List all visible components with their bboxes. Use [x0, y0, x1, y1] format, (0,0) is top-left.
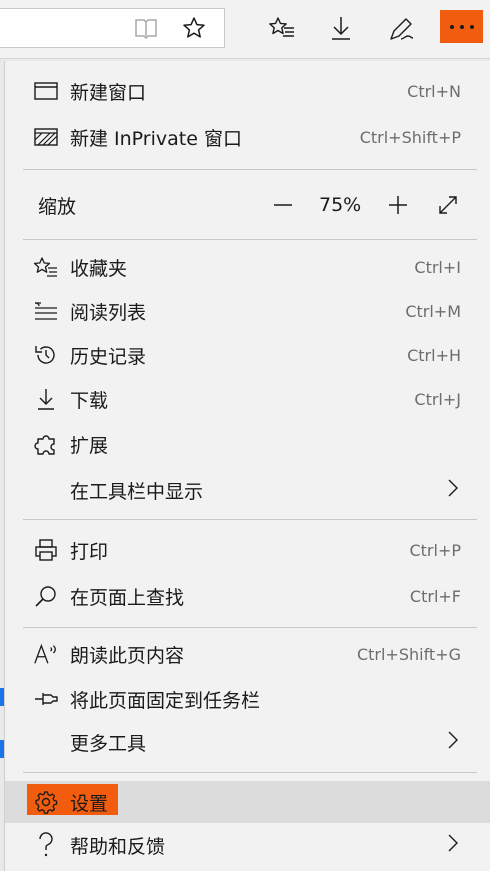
menu-item-favorites[interactable]: 收藏夹 Ctrl+I	[5, 247, 490, 287]
download-icon[interactable]	[328, 15, 354, 41]
chevron-right-icon	[447, 730, 459, 754]
menu-item-more-tools[interactable]: 更多工具	[5, 722, 490, 762]
separator	[23, 519, 477, 520]
menu-item-reading-list[interactable]: 阅读列表 Ctrl+M	[5, 291, 490, 331]
history-icon	[33, 342, 59, 368]
zoom-out-button[interactable]	[271, 193, 295, 217]
menu-item-print[interactable]: 打印 Ctrl+P	[5, 530, 490, 570]
inprivate-window-icon	[33, 124, 59, 150]
zoom-label: 缩放	[38, 195, 77, 218]
settings-and-more-menu: 新建窗口 Ctrl+N 新建 InPrivate 窗口 Ctrl+Shift+P…	[4, 61, 490, 871]
menu-item-history[interactable]: 历史记录 Ctrl+H	[5, 335, 490, 375]
separator	[23, 239, 477, 240]
question-icon	[33, 832, 59, 858]
separator	[23, 772, 477, 773]
shortcut-text: Ctrl+F	[409, 586, 461, 606]
read-aloud-icon	[33, 641, 59, 667]
menu-item-downloads[interactable]: 下载 Ctrl+J	[5, 379, 490, 419]
web-note-icon[interactable]	[387, 15, 415, 43]
menu-item-extensions[interactable]: 扩展	[5, 424, 490, 464]
shortcut-text: Ctrl+Shift+P	[359, 127, 461, 147]
puzzle-icon	[33, 431, 59, 457]
search-icon	[33, 583, 59, 609]
reading-list-icon	[33, 298, 59, 324]
menu-item-help-feedback[interactable]: 帮助和反馈	[5, 825, 490, 865]
menu-label: 帮助和反馈	[70, 835, 166, 858]
reading-view-icon[interactable]	[133, 15, 159, 41]
menu-label: 将此页面固定到任务栏	[70, 689, 261, 712]
menu-label: 打印	[70, 540, 109, 563]
menu-item-find-on-page[interactable]: 在页面上查找 Ctrl+F	[5, 576, 490, 616]
printer-icon	[33, 537, 59, 563]
favorite-star-icon[interactable]	[181, 15, 207, 41]
menu-label: 更多工具	[70, 732, 147, 755]
shortcut-text: Ctrl+P	[409, 540, 461, 560]
separator	[23, 627, 477, 628]
menu-item-read-aloud[interactable]: 朗读此页内容 Ctrl+Shift+G	[5, 634, 490, 674]
shortcut-text: Ctrl+I	[414, 257, 461, 277]
gear-icon	[33, 789, 59, 815]
shortcut-text: Ctrl+H	[407, 345, 461, 365]
menu-label: 新建窗口	[70, 81, 147, 104]
menu-label: 收藏夹	[70, 257, 128, 280]
zoom-value: 75%	[319, 194, 362, 216]
menu-label: 设置	[70, 792, 109, 815]
more-dots-icon[interactable]	[440, 10, 483, 43]
chevron-right-icon	[447, 833, 459, 857]
shortcut-text: Ctrl+M	[405, 301, 461, 321]
shortcut-text: Ctrl+N	[407, 81, 461, 101]
shortcut-text: Ctrl+Shift+G	[356, 644, 461, 664]
menu-label: 在工具栏中显示	[70, 480, 204, 503]
menu-label: 新建 InPrivate 窗口	[70, 127, 242, 150]
browser-toolbar	[0, 0, 490, 59]
menu-item-pin-taskbar[interactable]: 将此页面固定到任务栏	[5, 679, 490, 719]
menu-item-new-window[interactable]: 新建窗口 Ctrl+N	[5, 71, 490, 111]
menu-item-new-inprivate[interactable]: 新建 InPrivate 窗口 Ctrl+Shift+P	[5, 117, 490, 157]
favorites-icon	[33, 254, 59, 280]
zoom-in-button[interactable]	[386, 193, 410, 217]
menu-item-settings[interactable]: 设置	[5, 781, 490, 823]
menu-item-zoom: 缩放 75%	[5, 185, 490, 225]
download-icon	[33, 386, 59, 412]
separator	[23, 169, 477, 170]
menu-item-show-in-toolbar[interactable]: 在工具栏中显示	[5, 470, 490, 510]
fullscreen-button[interactable]	[436, 193, 460, 217]
menu-label: 朗读此页内容	[70, 644, 185, 667]
menu-label: 阅读列表	[70, 301, 147, 324]
menu-label: 在页面上查找	[70, 586, 185, 609]
window-icon	[33, 78, 59, 104]
pin-icon	[33, 686, 59, 712]
menu-label: 下载	[70, 389, 109, 412]
favorites-hub-icon[interactable]	[268, 15, 296, 41]
shortcut-text: Ctrl+J	[414, 389, 461, 409]
chevron-right-icon	[447, 478, 459, 502]
menu-label: 扩展	[70, 434, 109, 457]
menu-label: 历史记录	[70, 345, 147, 368]
